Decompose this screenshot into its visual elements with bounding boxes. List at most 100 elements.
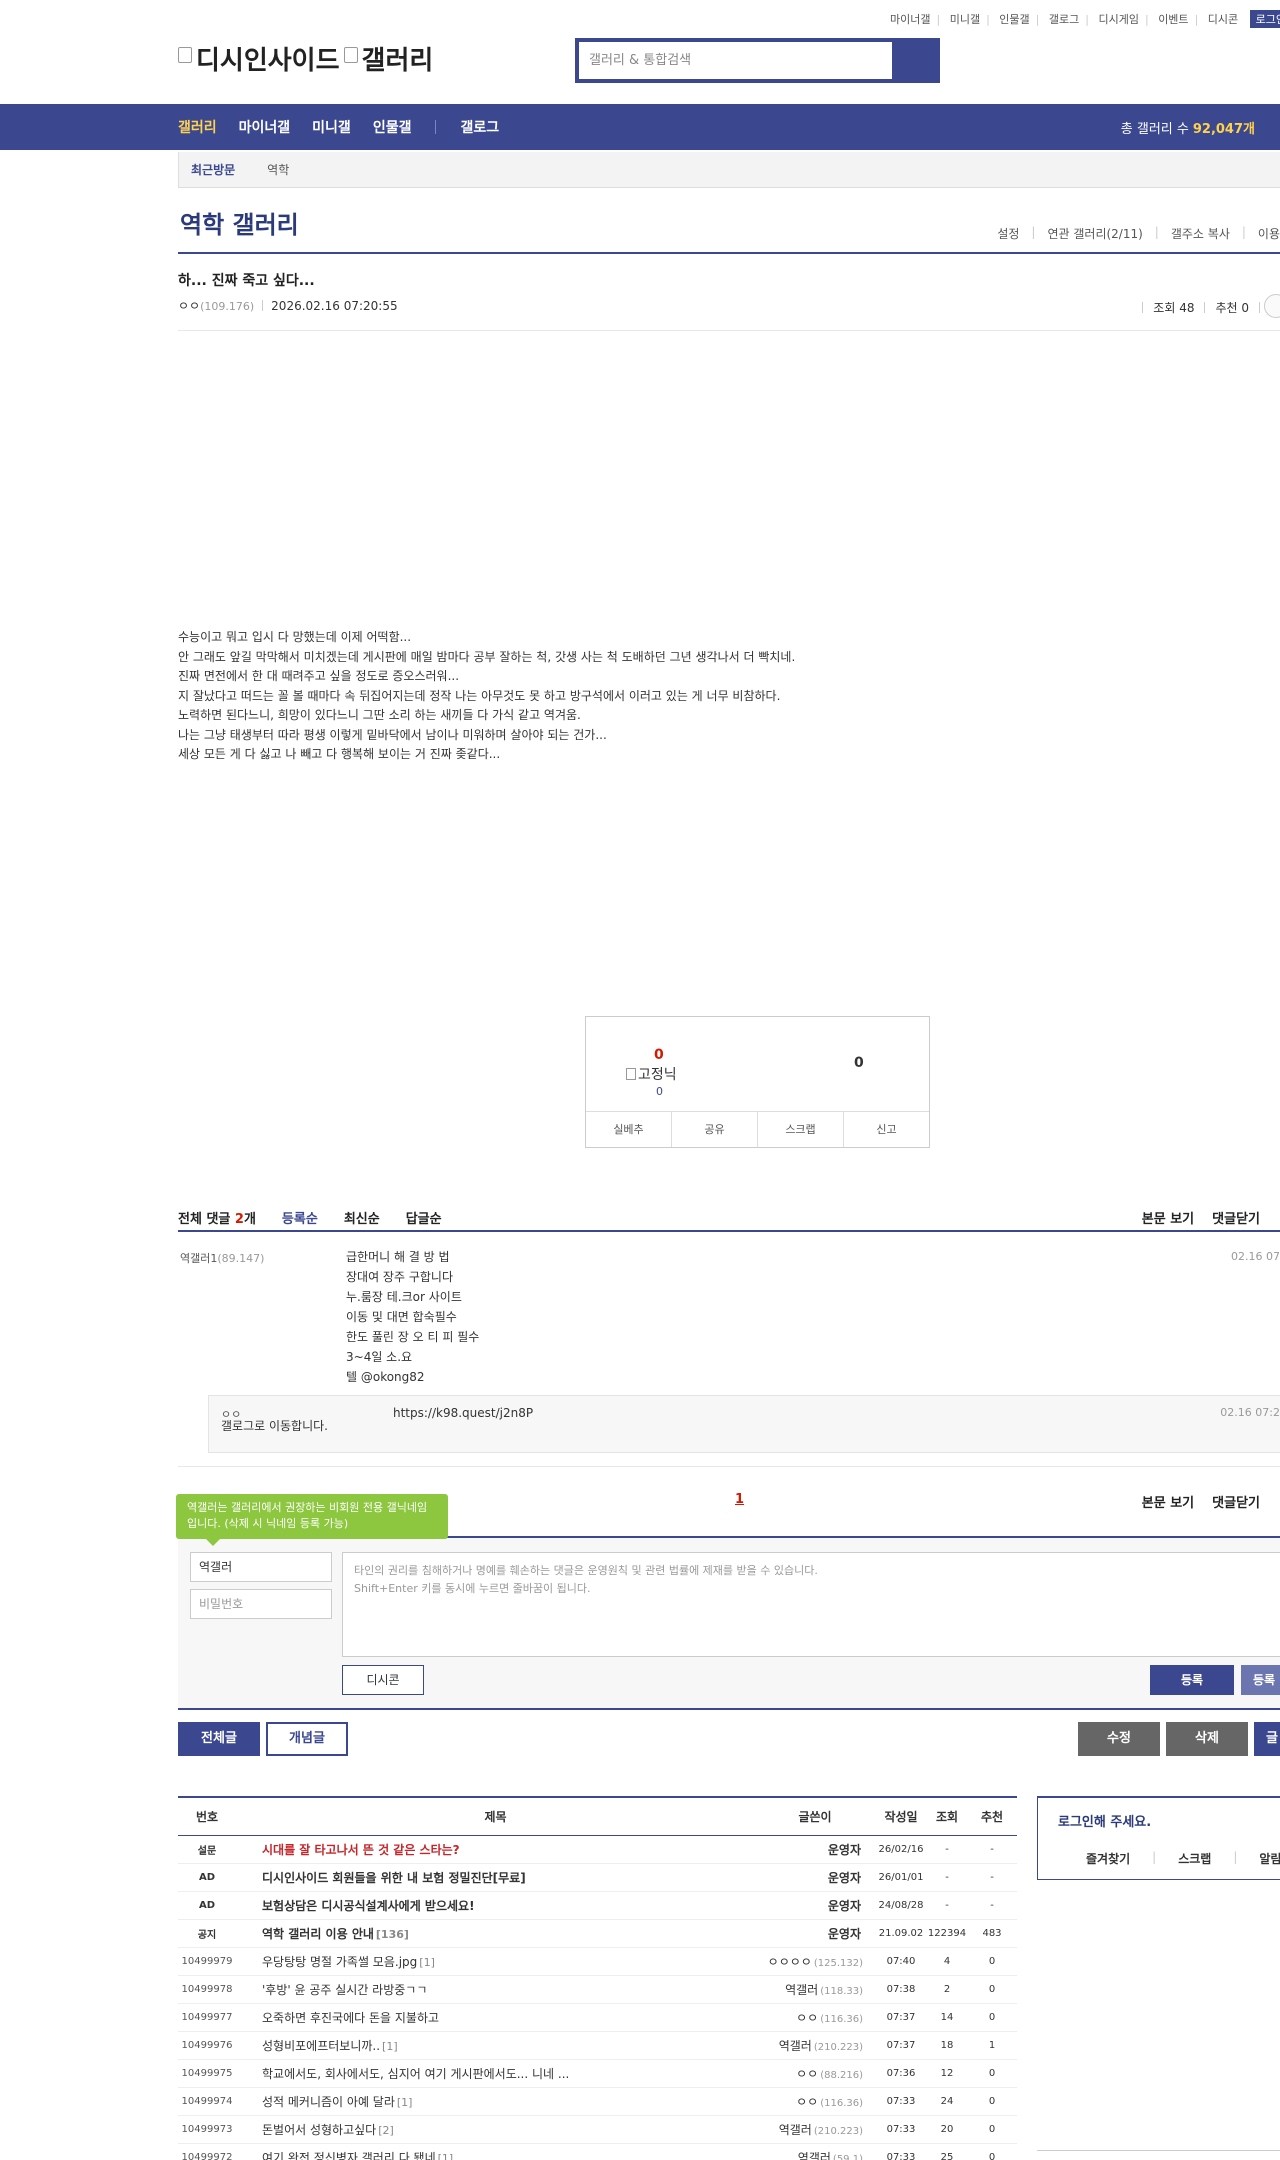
- table-row[interactable]: AD 보험상담은 디시공식설계사에게 받으세요! 운영자 24/08/28- -: [178, 1891, 1017, 1920]
- gallery-title[interactable]: 역학 갤러리: [180, 205, 299, 240]
- table-row[interactable]: 10499976 성형비포에프터보니까.. [1] 역갤러 (210.223) 07:37…: [178, 2031, 1017, 2060]
- table-row[interactable]: 10499975 학교에서도, 회사에서도, 심지어 여기 게시판에서도... 니…: [178, 2059, 1017, 2088]
- util-link-dcgame[interactable]: 디시게임: [1098, 11, 1138, 27]
- util-link-mini[interactable]: 미니갤: [950, 11, 980, 27]
- row-number: AD: [178, 1863, 236, 1892]
- divider: [178, 252, 1280, 254]
- row-writer[interactable]: 운영자: [755, 1863, 875, 1892]
- table-row[interactable]: 10499979 우당탕탕 명절 가족썰 모음.jpg [1] ㅇㅇㅇㅇ (125.13…: [178, 1947, 1017, 1976]
- comment-header-actions: 본문 보기 댓글닫기: [1142, 1208, 1260, 1227]
- submit-comment-alt-button[interactable]: 등록: [1241, 1665, 1280, 1695]
- row-title[interactable]: 학교에서도, 회사에서도, 심지어 여기 게시판에서도... 니네 ...: [236, 2059, 755, 2088]
- submit-comment-button[interactable]: 등록: [1150, 1665, 1234, 1695]
- row-number: 공지: [178, 1919, 236, 1948]
- row-title[interactable]: 우당탕탕 명절 가족썰 모음.jpg [1]: [236, 1947, 755, 1976]
- row-title[interactable]: 오죽하면 후진국에다 돈을 지불하고: [236, 2003, 755, 2032]
- nav-person[interactable]: 인물갤: [373, 117, 412, 137]
- notification-link[interactable]: 알림: [1259, 1850, 1280, 1867]
- nav-minor[interactable]: 마이너갤: [239, 117, 291, 137]
- table-row[interactable]: 10499978 '후방' 윤 공주 실시간 라방중ㄱㄱ 역갤러 (118.33) 07…: [178, 1975, 1017, 2004]
- table-row[interactable]: AD 디시인사이드 회원들을 위한 내 보험 정밀진단[무료] 운영자 26/01/0…: [178, 1863, 1017, 1892]
- divider: [178, 1708, 1280, 1710]
- dccon-button[interactable]: 디시콘: [342, 1665, 424, 1695]
- search-input[interactable]: [579, 42, 892, 79]
- nav-gallery[interactable]: 갤러리: [178, 117, 217, 137]
- comment-textarea[interactable]: 타인의 권리를 침해하거나 명예를 훼손하는 댓글은 운영원칙 및 관련 법률에…: [342, 1552, 1280, 1657]
- row-title[interactable]: 성적 메커니즘이 아예 달라 [1]: [236, 2087, 755, 2116]
- row-writer[interactable]: ㅇㅇㅇㅇ (125.132): [755, 1947, 875, 1976]
- row-title[interactable]: 여기 완전 정신병자 갤러리 다 됐네 [1]: [236, 2143, 755, 2160]
- sort-latest[interactable]: 최신순: [344, 1208, 380, 1227]
- comment-page-1[interactable]: 1: [735, 1492, 744, 1507]
- report-button[interactable]: 신고: [844, 1112, 929, 1147]
- row-writer[interactable]: 운영자: [755, 1835, 875, 1864]
- row-writer[interactable]: ㅇㅇ (88.216): [755, 2059, 875, 2088]
- row-title[interactable]: 시대를 잘 타고나서 뜬 것 같은 스타는?: [236, 1835, 755, 1864]
- row-title[interactable]: 역학 갤러리 이용 안내 [136]: [236, 1919, 755, 1948]
- row-writer[interactable]: 역갤러 (118.33): [755, 1975, 875, 2004]
- scrap-link[interactable]: 스크랩: [1178, 1850, 1211, 1867]
- row-title[interactable]: 보험상담은 디시공식설계사에게 받으세요!: [236, 1891, 755, 1920]
- concept-posts-button[interactable]: 개념글: [266, 1722, 348, 1756]
- util-link-person[interactable]: 인물갤: [999, 11, 1029, 27]
- search-button[interactable]: [892, 42, 936, 79]
- edit-button[interactable]: 수정: [1078, 1722, 1160, 1756]
- util-link-dccon[interactable]: 디시콘: [1208, 11, 1238, 27]
- row-title[interactable]: '후방' 윤 공주 실시간 라방중ㄱㄱ: [236, 1975, 755, 2004]
- row-writer[interactable]: ㅇㅇ (116.36): [755, 2003, 875, 2032]
- util-link-minor[interactable]: 마이너갤: [890, 11, 930, 27]
- row-writer[interactable]: 운영자: [755, 1919, 875, 1948]
- row-writer[interactable]: 역갤러 (210.223): [755, 2031, 875, 2060]
- upvote-button[interactable]: 고정닉: [626, 1064, 677, 1084]
- table-row[interactable]: 10499974 성적 메커니즘이 아예 달라 [1] ㅇㅇ (116.36) 07:33…: [178, 2087, 1017, 2116]
- close-comments-link[interactable]: 댓글닫기: [1212, 1208, 1260, 1227]
- write-button[interactable]: 글: [1254, 1722, 1280, 1756]
- row-title[interactable]: 성형비포에프터보니까.. [1]: [236, 2031, 755, 2060]
- share-button[interactable]: 공유: [672, 1112, 758, 1147]
- sort-registered[interactable]: 등록순: [282, 1208, 318, 1227]
- row-writer[interactable]: ㅇㅇ (116.36): [755, 2087, 875, 2116]
- scrap-button[interactable]: 스크랩: [758, 1112, 844, 1147]
- table-row[interactable]: 공지 역학 갤러리 이용 안내 [136] 운영자 21.09.02 122394 483: [178, 1919, 1017, 1948]
- recent-label[interactable]: 최근방문: [179, 161, 247, 178]
- gallog-image[interactable]: 갤로그로 이동합니다.: [221, 1420, 351, 1433]
- row-writer[interactable]: 역갤러 (59.1): [755, 2143, 875, 2160]
- table-row[interactable]: 10499972 여기 완전 정신병자 갤러리 다 됐네 [1] 역갤러 (59.1) 0…: [178, 2143, 1017, 2160]
- recent-item[interactable]: 역학: [267, 161, 289, 178]
- post-author[interactable]: ㅇㅇ(109.176): [178, 297, 254, 314]
- related-gallery-link[interactable]: 연관 갤러리(2/11): [1047, 225, 1142, 242]
- delete-button[interactable]: 삭제: [1166, 1722, 1248, 1756]
- site-logo[interactable]: 디시인사이드 갤러리: [178, 40, 433, 77]
- login-message[interactable]: 로그인해 주세요.: [1058, 1811, 1151, 1830]
- close-comments-link[interactable]: 댓글닫기: [1212, 1492, 1260, 1511]
- view-post-link[interactable]: 본문 보기: [1142, 1208, 1194, 1227]
- row-writer[interactable]: 역갤러 (210.223): [755, 2115, 875, 2144]
- login-button[interactable]: 로그인: [1249, 10, 1280, 28]
- view-post-link[interactable]: 본문 보기: [1142, 1492, 1194, 1511]
- more-icon[interactable]: [1264, 294, 1280, 318]
- row-writer[interactable]: 운영자: [755, 1891, 875, 1920]
- nav-mini[interactable]: 미니갤: [312, 117, 351, 137]
- table-row[interactable]: 설문 시대를 잘 타고나서 뜬 것 같은 스타는? 운영자 26/02/16- -: [178, 1835, 1017, 1864]
- table-row[interactable]: 10499973 돈벌어서 성형하고싶다 [2] 역갤러 (210.223) 07:33 2…: [178, 2115, 1017, 2144]
- row-title[interactable]: 돈벌어서 성형하고싶다 [2]: [236, 2115, 755, 2144]
- table-row[interactable]: 10499977 오죽하면 후진국에다 돈을 지불하고 ㅇㅇ (116.36) 07:3…: [178, 2003, 1017, 2032]
- nickname-field[interactable]: 역갤러: [190, 1552, 332, 1582]
- util-link-event[interactable]: 이벤트: [1158, 11, 1188, 27]
- comment-author[interactable]: 역갤러1(89.147): [180, 1250, 264, 1266]
- silbe-recommend-button[interactable]: 실베추: [586, 1112, 672, 1147]
- favorites-link[interactable]: 즐겨찾기: [1086, 1850, 1130, 1867]
- recommend-box: 0 고정닉 0 0 실베추 공유 스크랩 신고: [585, 1016, 930, 1148]
- row-title[interactable]: 디시인사이드 회원들을 위한 내 보험 정밀진단[무료]: [236, 1863, 755, 1892]
- row-date: 26/01/01: [875, 1863, 927, 1892]
- password-field[interactable]: 비밀번호: [190, 1589, 332, 1619]
- copy-address-link[interactable]: 갤주소 복사: [1171, 225, 1230, 242]
- all-posts-button[interactable]: 전체글: [178, 1722, 260, 1756]
- row-views: -: [927, 1835, 967, 1864]
- sort-reply[interactable]: 답글순: [406, 1208, 442, 1227]
- nav-gallog[interactable]: 갤로그: [460, 117, 499, 137]
- settings-link[interactable]: 설정: [997, 225, 1019, 242]
- row-views: -: [927, 1891, 967, 1920]
- util-link-gallog[interactable]: 갤로그: [1049, 11, 1079, 27]
- usage-link[interactable]: 이용: [1258, 225, 1280, 242]
